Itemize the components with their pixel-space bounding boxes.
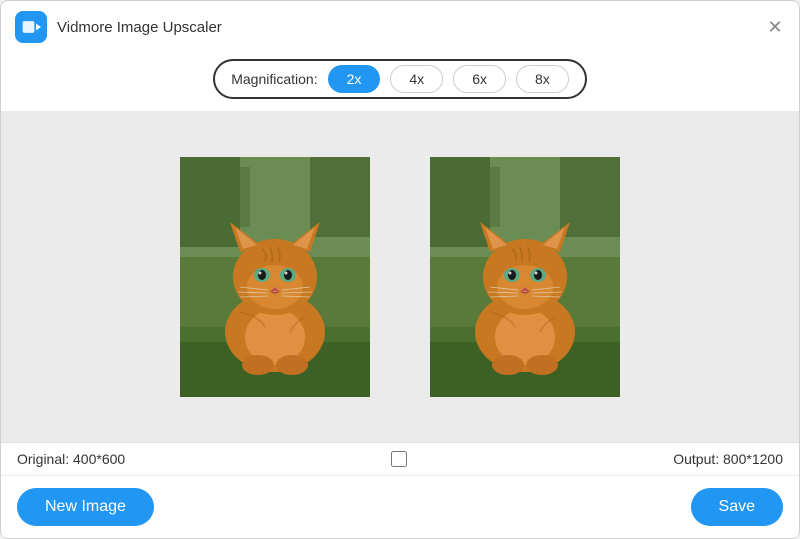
magnification-bar: Magnification: 2x 4x 6x 8x [1,51,799,111]
status-bar: Original: 400*600 Output: 800*1200 [1,442,799,475]
mag-8x-button[interactable]: 8x [516,65,569,93]
footer: New Image Save [1,475,799,538]
upscaled-image-panel [430,157,620,397]
mag-2x-button[interactable]: 2x [328,65,381,93]
mag-wrapper: Magnification: 2x 4x 6x 8x [213,59,587,99]
upscaled-kitten-svg [430,157,620,397]
close-button[interactable]: ✕ [765,17,785,37]
magnification-label: Magnification: [231,71,317,87]
original-image [180,157,370,397]
output-size-label: Output: 800*1200 [673,451,783,467]
upscaled-image [430,157,620,397]
app-icon [15,11,47,43]
title-left: Vidmore Image Upscaler [15,11,222,43]
vidmore-icon [21,17,41,37]
app-window: Vidmore Image Upscaler ✕ Magnification: … [0,0,800,539]
original-image-panel [180,157,370,397]
content-area [1,111,799,442]
original-size-label: Original: 400*600 [17,451,125,467]
save-button[interactable]: Save [691,488,783,526]
mag-4x-button[interactable]: 4x [390,65,443,93]
app-title: Vidmore Image Upscaler [57,19,222,36]
mag-6x-button[interactable]: 6x [453,65,506,93]
title-bar: Vidmore Image Upscaler ✕ [1,1,799,51]
new-image-button[interactable]: New Image [17,488,154,526]
compare-checkbox[interactable] [391,451,407,467]
original-kitten-svg [180,157,370,397]
